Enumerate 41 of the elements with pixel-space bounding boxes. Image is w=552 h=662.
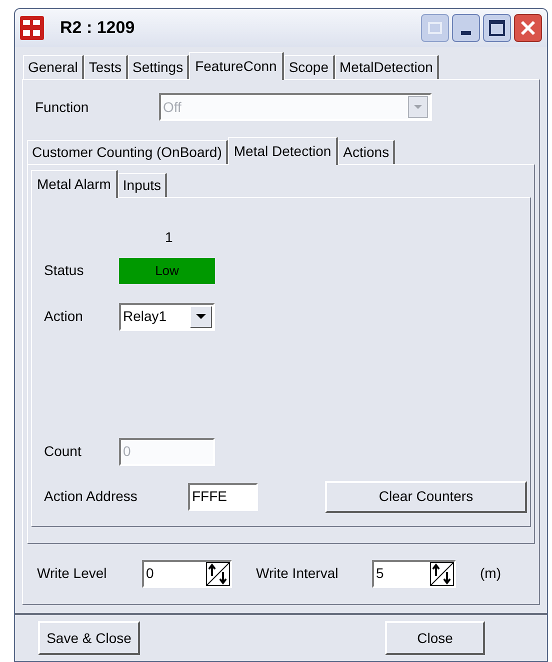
close-dialog-button[interactable]: Close <box>385 621 485 655</box>
field-label: Function <box>35 98 90 117</box>
close-button[interactable] <box>514 14 542 42</box>
field-label: Write Interval <box>256 564 340 584</box>
spin-arrows-icon[interactable] <box>206 562 230 586</box>
field-label: Count <box>44 442 82 462</box>
tab[interactable]: FeatureConn <box>189 52 284 80</box>
unit-label: (m) <box>480 564 501 584</box>
maximize-button[interactable] <box>483 14 511 42</box>
caret-icon <box>196 314 206 320</box>
status-indicator: Low <box>119 258 215 284</box>
spin-arrows-icon[interactable] <box>430 562 454 586</box>
minimize-icon <box>461 31 471 35</box>
tab[interactable]: Metal Detection <box>228 136 338 165</box>
tab[interactable]: Inputs <box>118 172 168 197</box>
clear-counters-button[interactable]: Clear Counters <box>325 480 527 513</box>
column-header: 1 <box>165 228 173 247</box>
write-level-spinbox[interactable]: 0 <box>142 560 232 588</box>
tab[interactable]: Tests <box>84 55 128 79</box>
field-label: Status <box>44 261 85 280</box>
minimize-button[interactable] <box>452 14 480 42</box>
tab[interactable]: Actions <box>338 140 396 164</box>
write-interval-spinbox[interactable]: 5 <box>372 560 456 588</box>
tab[interactable]: Metal Alarm <box>31 170 118 198</box>
field-label: Action <box>44 307 84 326</box>
tab[interactable]: Customer Counting (OnBoard) <box>27 140 228 164</box>
caret-icon <box>414 105 422 110</box>
tab[interactable]: Settings <box>128 55 190 79</box>
action-dropdown[interactable]: Relay1 <box>119 302 215 331</box>
field-label: Action Address <box>44 487 138 506</box>
tab[interactable]: MetalDetection <box>334 55 439 79</box>
app-icon <box>20 16 44 40</box>
tab[interactable]: General <box>23 55 84 79</box>
action-address-field[interactable]: FFFE <box>188 482 258 511</box>
maximize-icon <box>489 20 505 36</box>
save-and-close-button[interactable]: Save & Close <box>38 621 140 655</box>
tab[interactable]: Scope <box>284 55 335 79</box>
window-title: R2 : 1209 <box>60 17 135 40</box>
window-icon <box>428 22 442 34</box>
field-label: Write Level <box>37 564 108 584</box>
close-icon <box>520 20 536 36</box>
